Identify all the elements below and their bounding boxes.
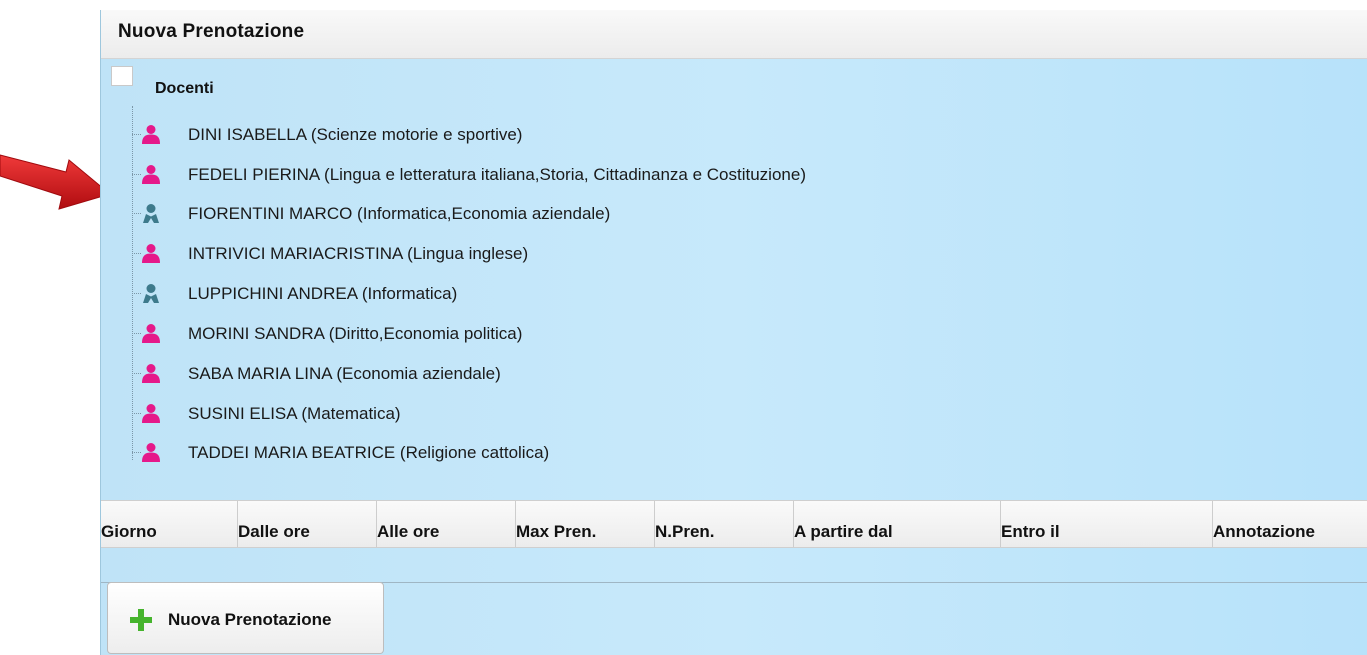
teacher-label: FEDELI PIERINA (Lingua e letteratura ita… [188,165,806,184]
column-header-a-partire-dal[interactable]: A partire dal [794,501,1001,547]
user-female-icon [142,404,160,423]
new-booking-button-label: Nuova Prenotazione [168,610,332,629]
teacher-item[interactable]: MORINI SANDRA (Diritto,Economia politica… [132,318,1032,348]
column-header-giorno[interactable]: Giorno [101,501,238,547]
tree-root-checkbox[interactable] [111,66,133,86]
teacher-item[interactable]: TADDEI MARIA BEATRICE (Religione cattoli… [132,437,1032,467]
user-female-icon [142,125,160,144]
column-header-n-pren[interactable]: N.Pren. [655,501,794,547]
teacher-item[interactable]: SUSINI ELISA (Matematica) [132,398,1032,428]
new-booking-panel: Nuova Prenotazione Docenti DINI ISABELLA… [100,10,1367,655]
tree-root-label[interactable]: Docenti [155,80,214,98]
column-header-entro-il[interactable]: Entro il [1001,501,1213,547]
user-female-icon [142,165,160,184]
user-female-icon [142,244,160,263]
panel-header: Nuova Prenotazione [101,10,1367,59]
column-header-max-pren[interactable]: Max Pren. [516,501,655,547]
teacher-label: MORINI SANDRA (Diritto,Economia politica… [188,324,523,343]
bookings-table-header: Giorno Dalle ore Alle ore Max Pren. N.Pr… [101,500,1367,548]
column-header-annotazione[interactable]: Annotazione [1213,501,1367,547]
teacher-item[interactable]: FEDELI PIERINA (Lingua e letteratura ita… [132,159,1032,189]
teacher-item[interactable]: DINI ISABELLA (Scienze motorie e sportiv… [132,119,1032,149]
teacher-item[interactable]: FIORENTINI MARCO (Informatica,Economia a… [132,198,1032,228]
teacher-item[interactable]: INTRIVICI MARIACRISTINA (Lingua inglese) [132,238,1032,268]
teacher-label: TADDEI MARIA BEATRICE (Religione cattoli… [188,443,550,462]
new-booking-button[interactable]: Nuova Prenotazione [107,582,384,654]
teacher-label: SABA MARIA LINA (Economia aziendale) [188,364,501,383]
red-arrow-icon [0,154,110,210]
teacher-label: INTRIVICI MARIACRISTINA (Lingua inglese) [188,244,529,263]
user-female-icon [142,364,160,383]
teacher-label: SUSINI ELISA (Matematica) [188,404,401,423]
user-female-icon [142,324,160,343]
teacher-label: DINI ISABELLA (Scienze motorie e sportiv… [188,125,523,144]
column-header-alle-ore[interactable]: Alle ore [377,501,516,547]
panel-title: Nuova Prenotazione [118,21,305,42]
teacher-label: LUPPICHINI ANDREA (Informatica) [188,284,458,303]
plus-icon [130,609,152,631]
teacher-label: FIORENTINI MARCO (Informatica,Economia a… [188,204,611,223]
teacher-item[interactable]: SABA MARIA LINA (Economia aziendale) [132,358,1032,388]
user-male-icon [143,204,159,223]
column-header-dalle-ore[interactable]: Dalle ore [238,501,377,547]
user-female-icon [142,443,160,462]
teacher-item[interactable]: LUPPICHINI ANDREA (Informatica) [132,278,1032,308]
user-male-icon [143,284,159,303]
